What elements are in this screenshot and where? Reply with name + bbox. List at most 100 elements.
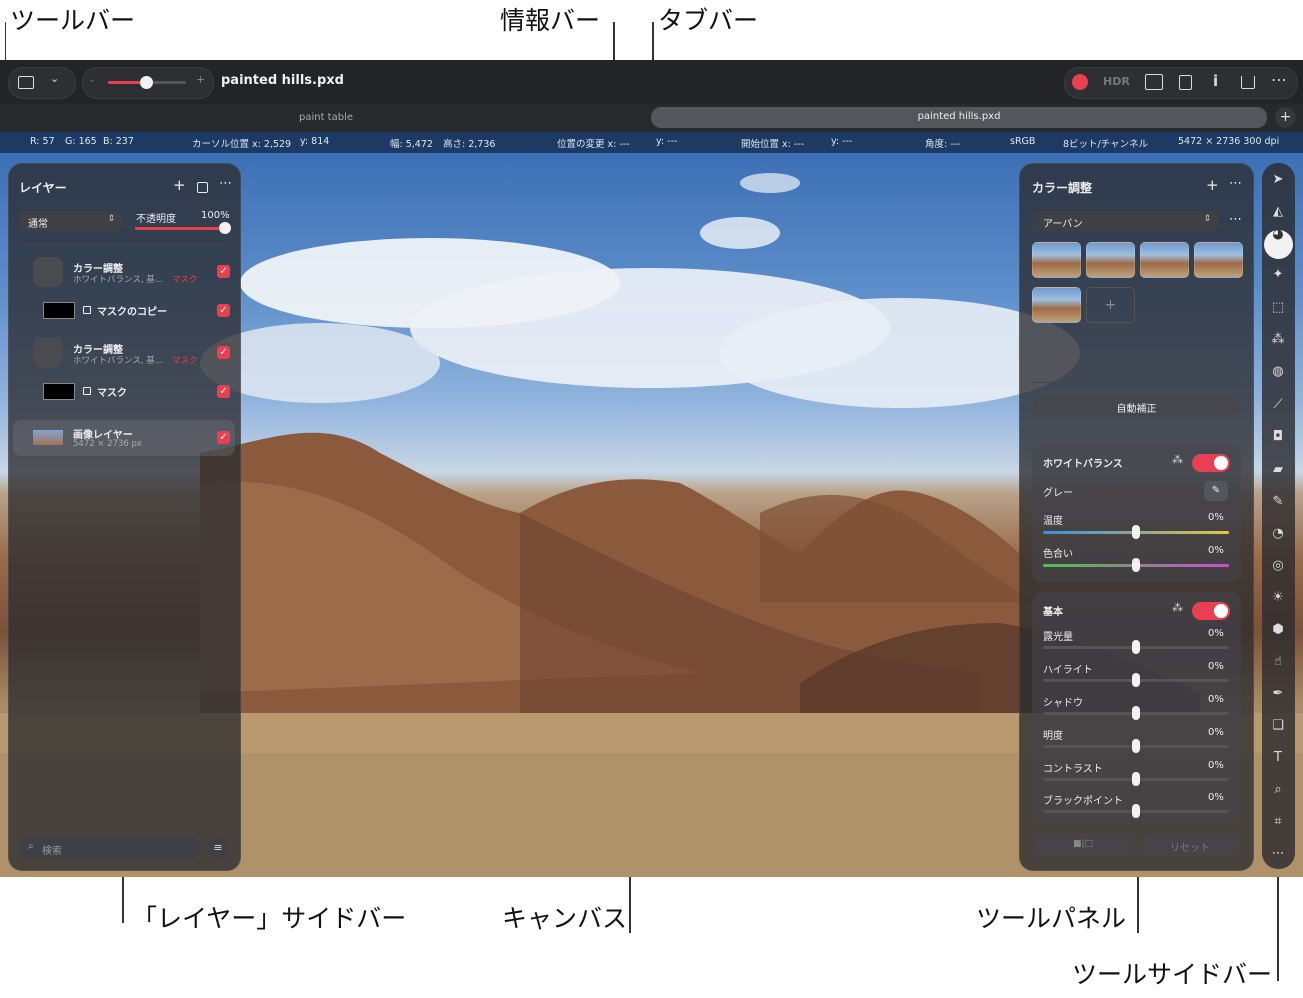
shadow-knob[interactable] (1132, 706, 1140, 720)
share-icon[interactable] (1241, 76, 1255, 89)
retouch-icon[interactable]: ◔ (1267, 523, 1289, 545)
arrow-icon[interactable]: ➤ (1267, 169, 1289, 191)
preset-more-button[interactable]: ⋯ (1229, 212, 1242, 227)
panel-add-button[interactable]: + (1206, 176, 1219, 194)
blend-mode-select[interactable]: 通常 ⇕ (19, 211, 122, 231)
magic-wand-icon[interactable]: ⁂ (1172, 453, 1183, 466)
info-button[interactable]: i (1213, 72, 1218, 90)
layer-item[interactable]: カラー調整 ホワイトバランス, 基... マスク ✓ (13, 254, 235, 290)
zoom-out-button[interactable]: - (90, 74, 94, 87)
reset-button[interactable]: リセット (1140, 834, 1240, 856)
sparkle-icon[interactable]: ✦ (1267, 264, 1289, 286)
zoom-icon[interactable]: ⌕ (1267, 779, 1289, 801)
sidebar-toggle-icon[interactable] (18, 76, 34, 89)
tint-value: 0% (1208, 545, 1224, 556)
opacity-label: 不透明度 (136, 214, 176, 225)
color-adjust-icon[interactable]: ◕ (1267, 224, 1289, 246)
text-icon[interactable]: T (1267, 747, 1289, 769)
preset-thumbnail[interactable] (1032, 242, 1081, 278)
fill-icon[interactable]: ◘ (1267, 426, 1289, 448)
brush-icon[interactable]: ⟋ (1267, 394, 1289, 416)
pen-icon[interactable]: ✒ (1267, 683, 1289, 705)
shapes-icon[interactable]: ❏ (1267, 715, 1289, 737)
zoom-slider-knob[interactable] (140, 76, 153, 89)
zoom-in-button[interactable]: + (196, 73, 205, 86)
compare-icon[interactable] (1145, 74, 1163, 90)
reset-label: リセット (1170, 843, 1210, 854)
crop-icon[interactable]: ⌗ (1267, 811, 1289, 833)
new-tab-button[interactable]: + (1275, 107, 1296, 128)
opacity-knob[interactable] (219, 222, 231, 234)
add-layer-button[interactable]: + (173, 176, 186, 194)
more-button[interactable]: ⋯ (1271, 70, 1287, 89)
tool-panel: カラー調整 + ⋯ アーバン ⇕ ⋯ + 自動補正 ホワイトバランス ⁂ グレー… (1019, 163, 1254, 871)
layers-more-button[interactable]: ⋯ (219, 176, 232, 191)
wb-title: ホワイトバランス (1043, 459, 1123, 470)
exposure-value: 0% (1208, 628, 1224, 639)
document-title: painted hills.pxd (221, 73, 344, 88)
record-button[interactable] (1072, 74, 1088, 90)
mask-tag[interactable]: マスク (172, 354, 198, 366)
paint-bucket-icon[interactable]: ◭ (1267, 201, 1289, 223)
blur-icon[interactable]: ◎ (1267, 555, 1289, 577)
highlight-label: ハイライト (1043, 665, 1093, 676)
add-preset-button[interactable]: + (1086, 287, 1135, 323)
preset-thumbnail[interactable] (1086, 242, 1135, 278)
canvas[interactable]: レイヤー + ⋯ 通常 ⇕ 不透明度 100% カラー調整 ホワイトバランス, … (0, 153, 1303, 877)
mask-icon[interactable] (197, 182, 208, 193)
basic-section: 基本 ⁂ 露光量 0% ハイライト 0% シャドウ 0% 明度 0% コントラス… (1032, 592, 1241, 822)
preset-thumbnail[interactable] (1194, 242, 1243, 278)
preset-thumbnail[interactable] (1140, 242, 1189, 278)
rotate-icon[interactable] (1179, 75, 1192, 90)
auto-adjust-button[interactable]: 自動補正 (1033, 395, 1240, 417)
hdr-button[interactable]: HDR (1103, 75, 1130, 88)
layer-item[interactable]: マスクのコピー ✓ (13, 297, 235, 323)
visibility-checkbox[interactable]: ✓ (217, 265, 230, 278)
layer-item[interactable]: カラー調整 ホワイトバランス, 基... マスク ✓ (13, 335, 235, 371)
quick-select-icon[interactable]: ◍ (1267, 361, 1289, 383)
contrast-knob[interactable] (1132, 772, 1140, 786)
opacity-slider[interactable] (135, 222, 231, 234)
visibility-checkbox[interactable]: ✓ (217, 346, 230, 359)
marquee-icon[interactable]: ⬚ (1267, 297, 1289, 319)
blackpoint-knob[interactable] (1132, 804, 1140, 818)
temp-knob[interactable] (1132, 525, 1140, 539)
preset-thumbnail[interactable] (1032, 287, 1081, 323)
tab-paint-table[interactable]: paint table (6, 108, 646, 129)
panel-title: カラー調整 (1032, 181, 1093, 195)
updown-icon: ⇕ (107, 214, 115, 224)
magic-wand-icon[interactable]: ⁂ (1267, 329, 1289, 351)
pencil-icon[interactable]: ✎ (1267, 491, 1289, 513)
info-cursor-y: y: 814 (300, 136, 330, 147)
cloud-icon[interactable]: ⬢ (1267, 619, 1289, 641)
info-bitdepth: 8ビット/チャンネル (1063, 139, 1148, 150)
visibility-checkbox[interactable]: ✓ (217, 385, 230, 398)
layer-item-selected[interactable]: 画像レイヤー 5472 × 2736 px ✓ (13, 420, 235, 456)
more-tools-icon[interactable]: ⋯ (1267, 843, 1289, 865)
preset-select[interactable]: アーバン ⇕ (1033, 211, 1219, 231)
chevron-down-icon[interactable]: ⌄ (50, 72, 59, 85)
callout-canvas: キャンバス (502, 904, 628, 933)
tab-painted-hills[interactable]: painted hills.pxd (651, 107, 1267, 128)
basic-toggle[interactable] (1192, 602, 1230, 620)
exposure-knob[interactable] (1132, 640, 1140, 654)
mask-thumbnail (43, 302, 75, 319)
eyedropper-button[interactable]: ✎ (1204, 481, 1228, 501)
smudge-icon[interactable]: ☝ (1267, 651, 1289, 673)
filter-button[interactable]: ≡ (207, 837, 229, 859)
layer-item[interactable]: マスク ✓ (13, 378, 235, 404)
light-icon[interactable]: ☀ (1267, 587, 1289, 609)
compare-button[interactable]: ■|□ (1033, 834, 1133, 856)
magic-wand-icon[interactable]: ⁂ (1172, 601, 1183, 614)
visibility-checkbox[interactable]: ✓ (217, 431, 230, 444)
panel-more-button[interactable]: ⋯ (1229, 176, 1242, 191)
visibility-checkbox[interactable]: ✓ (217, 304, 230, 317)
opacity-fill (135, 227, 229, 230)
search-field[interactable]: ⌕ 検索 (19, 837, 199, 859)
highlight-knob[interactable] (1132, 673, 1140, 687)
eraser-icon[interactable]: ▰ (1267, 459, 1289, 481)
tint-knob[interactable] (1132, 558, 1140, 572)
wb-toggle[interactable] (1192, 454, 1230, 472)
mask-tag[interactable]: マスク (172, 273, 198, 285)
brightness-knob[interactable] (1132, 739, 1140, 753)
